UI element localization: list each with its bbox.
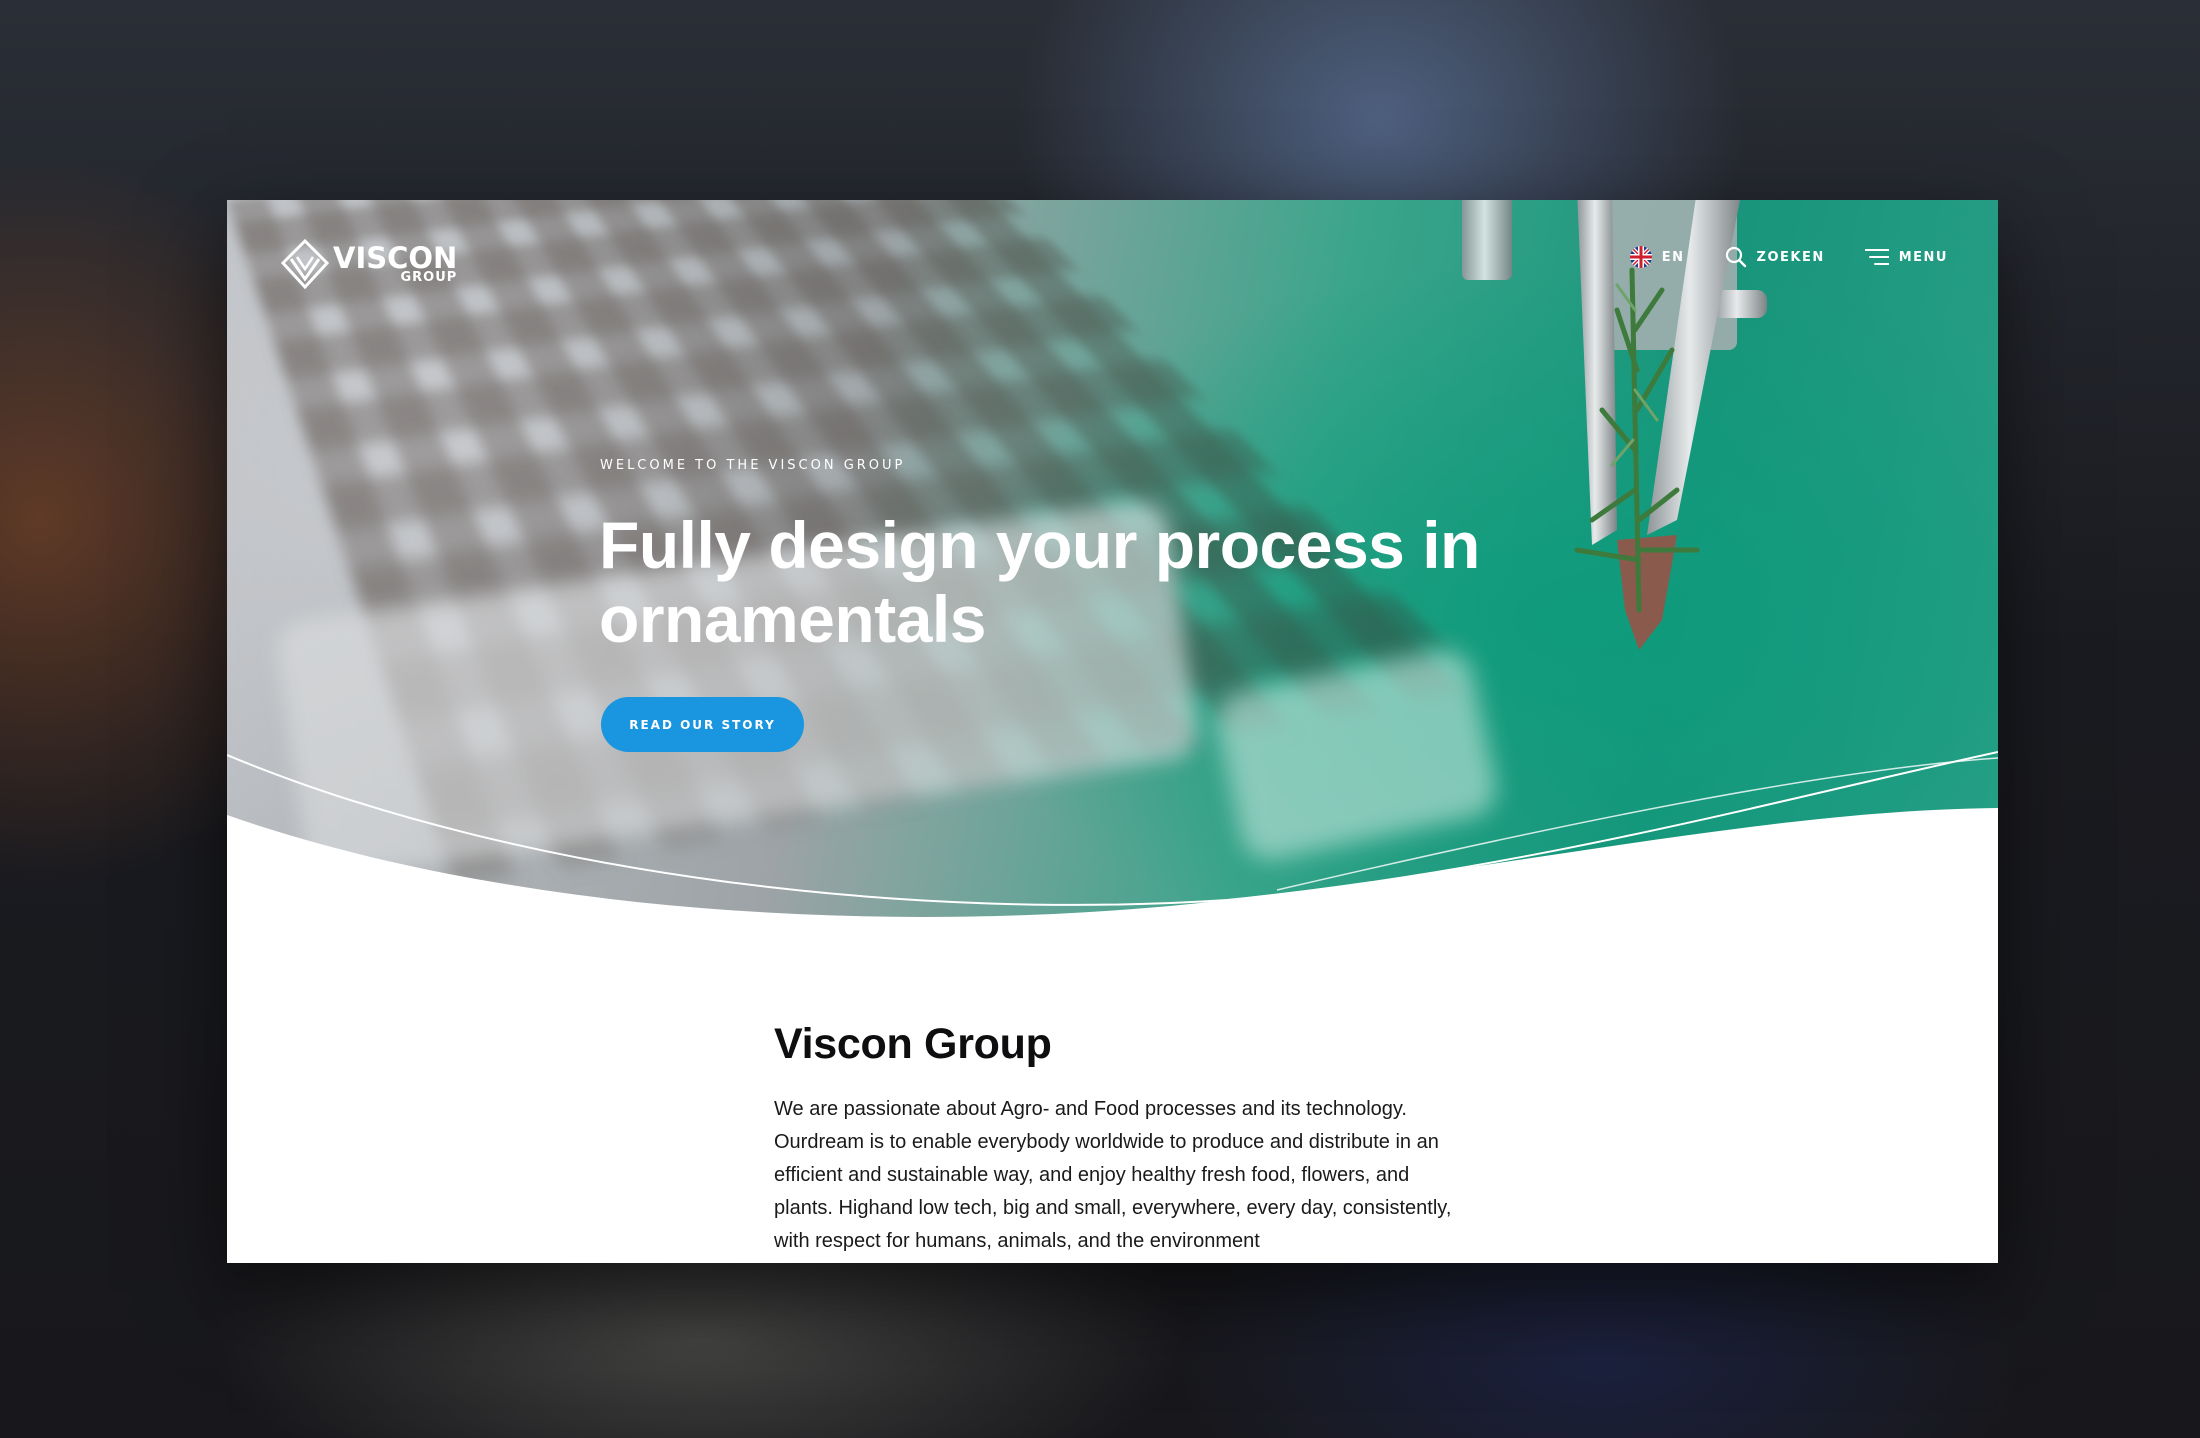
intro-section: Viscon Group We are passionate about Agr… bbox=[774, 1020, 1474, 1258]
language-label: EN bbox=[1661, 249, 1685, 265]
menu-label: MENU bbox=[1898, 249, 1948, 265]
uk-flag-icon bbox=[1629, 246, 1652, 268]
hero-eyebrow: WELCOME TO THE VISCON GROUP bbox=[600, 458, 906, 473]
logo-name: VISCON bbox=[333, 241, 458, 275]
logo-wordmark: VISCON GROUP bbox=[333, 241, 458, 285]
menu-button[interactable]: MENU bbox=[1864, 248, 1948, 266]
viscon-group-logo[interactable]: VISCON GROUP bbox=[279, 234, 459, 294]
menu-icon bbox=[1864, 249, 1889, 265]
website-screenshot: VISCON GROUP EN ZOEKEN MENU WELCOME TO T… bbox=[227, 200, 1998, 1263]
search-button[interactable]: ZOEKEN bbox=[1725, 246, 1825, 268]
viscon-logo-mark-icon bbox=[280, 238, 330, 290]
search-label: ZOEKEN bbox=[1756, 249, 1825, 265]
section-title: Viscon Group bbox=[774, 1020, 1052, 1068]
top-navigation: EN ZOEKEN MENU bbox=[1629, 246, 1948, 268]
hero-headline: Fully design your process in ornamentals bbox=[599, 508, 1480, 656]
hero-section: VISCON GROUP EN ZOEKEN MENU WELCOME TO T… bbox=[227, 200, 1998, 930]
read-our-story-button[interactable]: READ OUR STORY bbox=[601, 697, 804, 752]
search-icon bbox=[1725, 246, 1746, 268]
section-body: We are passionate about Agro- and Food p… bbox=[774, 1098, 1452, 1252]
language-switcher[interactable]: EN bbox=[1629, 246, 1685, 268]
